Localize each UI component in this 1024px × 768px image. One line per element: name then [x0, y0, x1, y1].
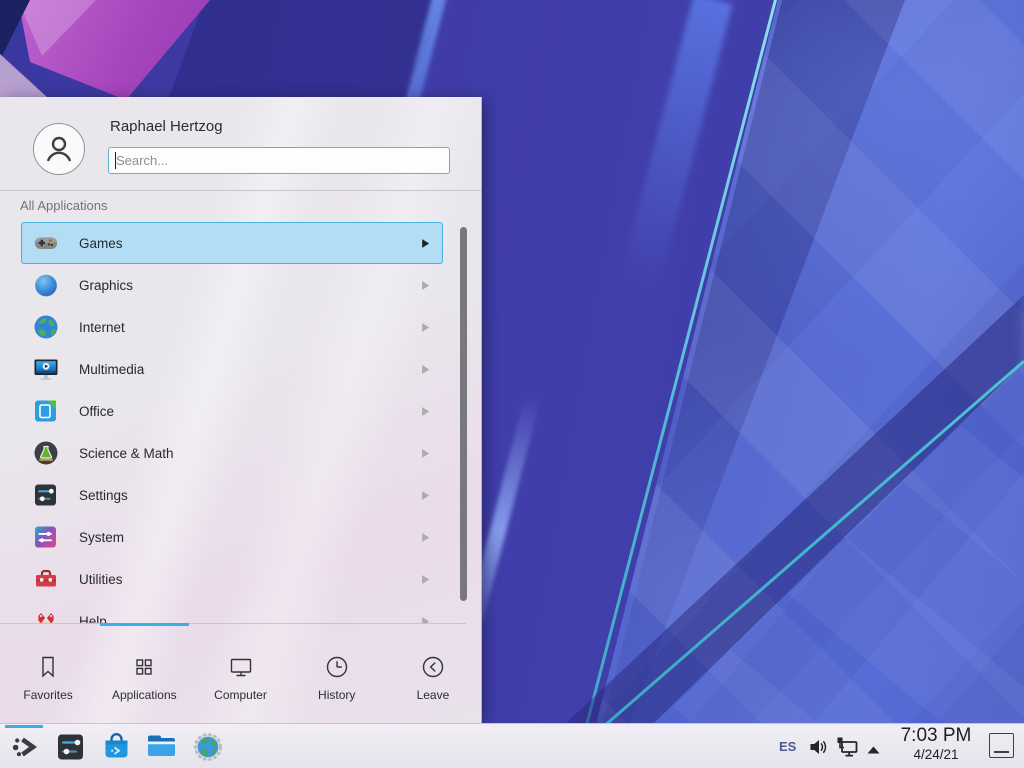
- desktop: Raphael Hertzog All Applications: [0, 0, 1024, 768]
- show-desktop-button[interactable]: [989, 733, 1014, 758]
- tab-label: Applications: [112, 688, 177, 702]
- help-icon: [32, 607, 60, 623]
- submenu-arrow-icon: ▶: [422, 530, 429, 544]
- submenu-arrow-icon: ▶: [422, 614, 429, 623]
- clock-time: 7:03 PM: [889, 726, 983, 745]
- settings-icon: [32, 481, 60, 509]
- taskbar-panel: ES 7:03 PM 4/24/21: [0, 723, 1024, 768]
- search-field[interactable]: [108, 147, 450, 174]
- submenu-arrow-icon: ▶: [422, 320, 429, 334]
- search-input[interactable]: [109, 148, 449, 173]
- system-icon: [32, 523, 60, 551]
- menu-item-multimedia[interactable]: Multimedia ▶: [21, 348, 443, 390]
- menu-item-label: Graphics: [79, 278, 422, 293]
- multimedia-icon: [32, 355, 60, 383]
- folder-icon: [145, 730, 178, 763]
- user-name: Raphael Hertzog: [110, 118, 223, 135]
- discover-software-button[interactable]: [100, 730, 133, 763]
- submenu-arrow-icon: ▶: [422, 278, 429, 292]
- internet-icon: [32, 313, 60, 341]
- system-settings-icon: [55, 731, 87, 763]
- menu-item-label: Multimedia: [79, 362, 422, 377]
- leave-icon: [419, 653, 447, 681]
- favorites-icon: [34, 653, 62, 681]
- keyboard-layout-indicator[interactable]: ES: [779, 739, 796, 754]
- header-separator: [0, 190, 481, 191]
- menu-item-internet[interactable]: Internet ▶: [21, 306, 443, 348]
- user-avatar[interactable]: [33, 123, 85, 175]
- menu-item-settings[interactable]: Settings ▶: [21, 474, 443, 516]
- menu-item-system[interactable]: System ▶: [21, 516, 443, 558]
- list-scrollbar[interactable]: [460, 227, 467, 601]
- submenu-arrow-icon: ▶: [422, 488, 429, 502]
- tab-label: History: [318, 688, 355, 702]
- tab-applications[interactable]: Applications: [96, 627, 192, 723]
- submenu-arrow-icon: ▶: [422, 362, 429, 376]
- computer-icon: [227, 653, 255, 681]
- web-browser-button[interactable]: [191, 730, 224, 763]
- menu-item-label: Science & Math: [79, 446, 422, 461]
- menu-item-label: Utilities: [79, 572, 422, 587]
- digital-clock[interactable]: 7:03 PM 4/24/21: [889, 726, 983, 762]
- application-launcher-menu: Raphael Hertzog All Applications: [0, 97, 482, 723]
- utilities-icon: [32, 565, 60, 593]
- tab-label: Leave: [417, 688, 450, 702]
- submenu-arrow-icon: ▶: [422, 236, 429, 250]
- history-icon: [323, 653, 351, 681]
- games-icon: [32, 229, 60, 257]
- kickoff-icon: [9, 731, 41, 763]
- submenu-arrow-icon: ▶: [422, 572, 429, 586]
- network-icon[interactable]: [836, 736, 859, 764]
- user-icon: [41, 131, 77, 167]
- science-icon: [32, 439, 60, 467]
- tab-leave[interactable]: Leave: [385, 627, 481, 723]
- active-tab-indicator: [100, 623, 189, 626]
- submenu-arrow-icon: ▶: [422, 404, 429, 418]
- menu-item-label: Help: [79, 614, 422, 624]
- section-label: All Applications: [20, 198, 107, 213]
- volume-icon[interactable]: [808, 737, 828, 762]
- active-launcher-indicator: [5, 725, 43, 728]
- menu-item-label: Office: [79, 404, 422, 419]
- menu-item-label: Settings: [79, 488, 422, 503]
- launcher-tab-bar: Favorites Applications C: [0, 627, 481, 723]
- tab-label: Computer: [214, 688, 267, 702]
- submenu-arrow-icon: ▶: [422, 446, 429, 460]
- menu-item-games[interactable]: Games ▶: [21, 222, 443, 264]
- category-list: Games ▶ Graphics ▶: [0, 222, 481, 623]
- office-icon: [32, 397, 60, 425]
- menu-item-graphics[interactable]: Graphics ▶: [21, 264, 443, 306]
- menu-item-office[interactable]: Office ▶: [21, 390, 443, 432]
- applications-icon: [130, 653, 158, 681]
- graphics-icon: [32, 271, 60, 299]
- text-caret: [115, 152, 116, 169]
- menu-item-science-math[interactable]: Science & Math ▶: [21, 432, 443, 474]
- menu-item-label: Internet: [79, 320, 422, 335]
- footer-separator: [0, 623, 466, 624]
- menu-item-utilities[interactable]: Utilities ▶: [21, 558, 443, 600]
- menu-item-label: Games: [79, 236, 422, 251]
- system-settings-button[interactable]: [54, 730, 87, 763]
- menu-item-label: System: [79, 530, 422, 545]
- tab-label: Favorites: [23, 688, 72, 702]
- tab-favorites[interactable]: Favorites: [0, 627, 96, 723]
- expand-tray-icon[interactable]: [866, 742, 881, 760]
- tab-computer[interactable]: Computer: [192, 627, 288, 723]
- globe-browser-icon: [192, 731, 224, 763]
- file-manager-button[interactable]: [145, 730, 178, 763]
- discover-icon: [100, 730, 133, 763]
- clock-date: 4/24/21: [889, 748, 983, 762]
- menu-item-help[interactable]: Help ▶: [21, 600, 443, 623]
- tab-history[interactable]: History: [289, 627, 385, 723]
- kickoff-menu-button[interactable]: [8, 730, 41, 763]
